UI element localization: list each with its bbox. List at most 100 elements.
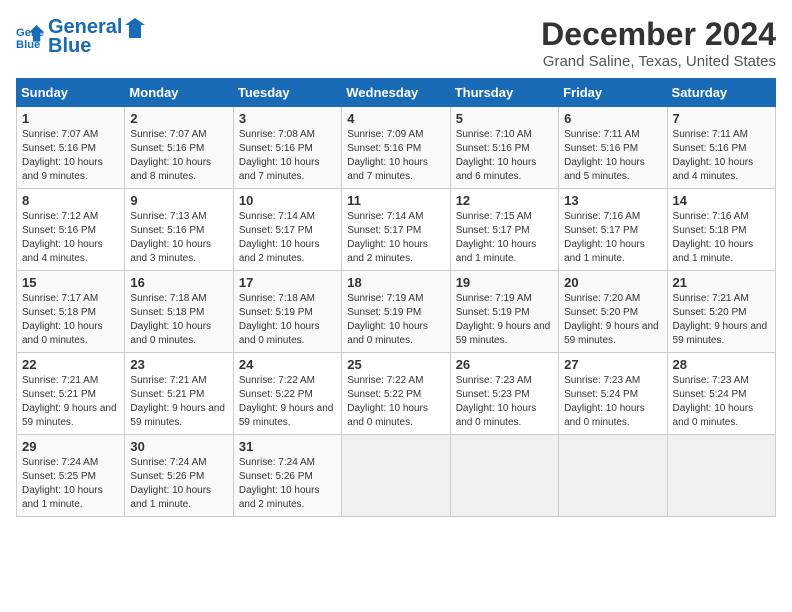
day-number: 18 bbox=[347, 275, 444, 290]
day-number: 24 bbox=[239, 357, 336, 372]
day-number: 15 bbox=[22, 275, 119, 290]
calendar-cell: 28 Sunrise: 7:23 AMSunset: 5:24 PMDayligh… bbox=[667, 353, 775, 435]
calendar-cell: 25 Sunrise: 7:22 AMSunset: 5:22 PMDayligh… bbox=[342, 353, 450, 435]
calendar-cell: 23Sunrise: 7:21 AMSunset: 5:21 PMDayligh… bbox=[125, 353, 233, 435]
day-info: Sunrise: 7:21 AMSunset: 5:21 PMDaylight:… bbox=[130, 374, 227, 430]
day-info: Sunrise: 7:22 AMSunset: 5:22 PMDaylight:… bbox=[347, 374, 444, 430]
day-info: Sunrise: 7:17 AMSunset: 5:18 PMDaylight:… bbox=[22, 292, 119, 348]
day-number: 30 bbox=[130, 439, 227, 454]
day-number: 3 bbox=[239, 111, 336, 126]
calendar-cell: 30Sunrise: 7:24 AMSunset: 5:26 PMDayligh… bbox=[125, 435, 233, 517]
day-info: Sunrise: 7:23 AMSunset: 5:23 PMDaylight:… bbox=[456, 374, 553, 430]
day-number: 8 bbox=[22, 193, 119, 208]
calendar-cell bbox=[667, 435, 775, 517]
calendar-cell: 13Sunrise: 7:16 AMSunset: 5:17 PMDayligh… bbox=[559, 189, 667, 271]
day-header-monday: Monday bbox=[125, 79, 233, 107]
calendar-cell: 1 Sunrise: 7:07 AMSunset: 5:16 PMDaylight… bbox=[17, 107, 125, 189]
calendar-week-row: 15 Sunrise: 7:17 AMSunset: 5:18 PMDayligh… bbox=[17, 271, 776, 353]
day-number: 6 bbox=[564, 111, 661, 126]
day-info: Sunrise: 7:18 AMSunset: 5:19 PMDaylight:… bbox=[239, 292, 336, 348]
day-info: Sunrise: 7:14 AMSunset: 5:17 PMDaylight:… bbox=[239, 210, 336, 266]
calendar-cell bbox=[450, 435, 558, 517]
calendar-cell: 26Sunrise: 7:23 AMSunset: 5:23 PMDayligh… bbox=[450, 353, 558, 435]
calendar-cell: 8 Sunrise: 7:12 AMSunset: 5:16 PMDaylight… bbox=[17, 189, 125, 271]
day-info: Sunrise: 7:23 AMSunset: 5:24 PMDaylight:… bbox=[673, 374, 770, 430]
day-info: Sunrise: 7:11 AMSunset: 5:16 PMDaylight:… bbox=[673, 128, 770, 184]
logo: General Blue General Blue bbox=[16, 16, 146, 58]
day-info: Sunrise: 7:11 AMSunset: 5:16 PMDaylight:… bbox=[564, 128, 661, 184]
day-number: 7 bbox=[673, 111, 770, 126]
calendar-cell: 22 Sunrise: 7:21 AMSunset: 5:21 PMDayligh… bbox=[17, 353, 125, 435]
day-number: 14 bbox=[673, 193, 770, 208]
logo-flag-icon bbox=[124, 17, 146, 39]
day-info: Sunrise: 7:18 AMSunset: 5:18 PMDaylight:… bbox=[130, 292, 227, 348]
day-number: 19 bbox=[456, 275, 553, 290]
title-area: December 2024 Grand Saline, Texas, Unite… bbox=[541, 16, 776, 70]
day-info: Sunrise: 7:16 AMSunset: 5:18 PMDaylight:… bbox=[673, 210, 770, 266]
page-header: General Blue General Blue December 2024 … bbox=[16, 16, 776, 70]
day-info: Sunrise: 7:21 AMSunset: 5:21 PMDaylight:… bbox=[22, 374, 119, 430]
day-number: 20 bbox=[564, 275, 661, 290]
calendar-cell bbox=[342, 435, 450, 517]
day-number: 1 bbox=[22, 111, 119, 126]
day-number: 16 bbox=[130, 275, 227, 290]
day-info: Sunrise: 7:12 AMSunset: 5:16 PMDaylight:… bbox=[22, 210, 119, 266]
calendar-cell: 7 Sunrise: 7:11 AMSunset: 5:16 PMDaylight… bbox=[667, 107, 775, 189]
day-header-wednesday: Wednesday bbox=[342, 79, 450, 107]
day-header-sunday: Sunday bbox=[17, 79, 125, 107]
day-number: 11 bbox=[347, 193, 444, 208]
day-info: Sunrise: 7:14 AMSunset: 5:17 PMDaylight:… bbox=[347, 210, 444, 266]
calendar-cell: 19Sunrise: 7:19 AMSunset: 5:19 PMDayligh… bbox=[450, 271, 558, 353]
calendar-cell bbox=[559, 435, 667, 517]
calendar-cell: 27 Sunrise: 7:23 AMSunset: 5:24 PMDayligh… bbox=[559, 353, 667, 435]
day-info: Sunrise: 7:24 AMSunset: 5:25 PMDaylight:… bbox=[22, 456, 119, 512]
day-info: Sunrise: 7:07 AMSunset: 5:16 PMDaylight:… bbox=[22, 128, 119, 184]
day-info: Sunrise: 7:07 AMSunset: 5:16 PMDaylight:… bbox=[130, 128, 227, 184]
calendar-table: SundayMondayTuesdayWednesdayThursdayFrid… bbox=[16, 78, 776, 517]
calendar-week-row: 1 Sunrise: 7:07 AMSunset: 5:16 PMDaylight… bbox=[17, 107, 776, 189]
day-number: 22 bbox=[22, 357, 119, 372]
day-number: 27 bbox=[564, 357, 661, 372]
calendar-cell: 4Sunrise: 7:09 AMSunset: 5:16 PMDaylight… bbox=[342, 107, 450, 189]
day-number: 12 bbox=[456, 193, 553, 208]
calendar-cell: 24 Sunrise: 7:22 AMSunset: 5:22 PMDayligh… bbox=[233, 353, 341, 435]
calendar-cell: 2Sunrise: 7:07 AMSunset: 5:16 PMDaylight… bbox=[125, 107, 233, 189]
calendar-cell: 17Sunrise: 7:18 AMSunset: 5:19 PMDayligh… bbox=[233, 271, 341, 353]
calendar-week-row: 22 Sunrise: 7:21 AMSunset: 5:21 PMDayligh… bbox=[17, 353, 776, 435]
calendar-cell: 16 Sunrise: 7:18 AMSunset: 5:18 PMDayligh… bbox=[125, 271, 233, 353]
day-header-tuesday: Tuesday bbox=[233, 79, 341, 107]
day-number: 13 bbox=[564, 193, 661, 208]
day-header-friday: Friday bbox=[559, 79, 667, 107]
calendar-cell: 3 Sunrise: 7:08 AMSunset: 5:16 PMDaylight… bbox=[233, 107, 341, 189]
calendar-week-row: 29 Sunrise: 7:24 AMSunset: 5:25 PMDayligh… bbox=[17, 435, 776, 517]
day-info: Sunrise: 7:08 AMSunset: 5:16 PMDaylight:… bbox=[239, 128, 336, 184]
day-number: 21 bbox=[673, 275, 770, 290]
location-title: Grand Saline, Texas, United States bbox=[541, 53, 776, 70]
day-info: Sunrise: 7:21 AMSunset: 5:20 PMDaylight:… bbox=[673, 292, 770, 348]
logo-icon: General Blue bbox=[16, 23, 44, 51]
day-info: Sunrise: 7:19 AMSunset: 5:19 PMDaylight:… bbox=[347, 292, 444, 348]
calendar-cell: 15 Sunrise: 7:17 AMSunset: 5:18 PMDayligh… bbox=[17, 271, 125, 353]
day-info: Sunrise: 7:13 AMSunset: 5:16 PMDaylight:… bbox=[130, 210, 227, 266]
day-info: Sunrise: 7:20 AMSunset: 5:20 PMDaylight:… bbox=[564, 292, 661, 348]
calendar-header-row: SundayMondayTuesdayWednesdayThursdayFrid… bbox=[17, 79, 776, 107]
month-title: December 2024 bbox=[541, 16, 776, 53]
calendar-cell: 9 Sunrise: 7:13 AMSunset: 5:16 PMDaylight… bbox=[125, 189, 233, 271]
calendar-cell: 14 Sunrise: 7:16 AMSunset: 5:18 PMDayligh… bbox=[667, 189, 775, 271]
day-info: Sunrise: 7:24 AMSunset: 5:26 PMDaylight:… bbox=[239, 456, 336, 512]
calendar-cell: 10 Sunrise: 7:14 AMSunset: 5:17 PMDayligh… bbox=[233, 189, 341, 271]
day-header-thursday: Thursday bbox=[450, 79, 558, 107]
day-number: 9 bbox=[130, 193, 227, 208]
day-info: Sunrise: 7:15 AMSunset: 5:17 PMDaylight:… bbox=[456, 210, 553, 266]
calendar-cell: 20 Sunrise: 7:20 AMSunset: 5:20 PMDayligh… bbox=[559, 271, 667, 353]
calendar-cell: 29 Sunrise: 7:24 AMSunset: 5:25 PMDayligh… bbox=[17, 435, 125, 517]
day-info: Sunrise: 7:22 AMSunset: 5:22 PMDaylight:… bbox=[239, 374, 336, 430]
day-number: 5 bbox=[456, 111, 553, 126]
calendar-cell: 6 Sunrise: 7:11 AMSunset: 5:16 PMDaylight… bbox=[559, 107, 667, 189]
day-info: Sunrise: 7:23 AMSunset: 5:24 PMDaylight:… bbox=[564, 374, 661, 430]
day-number: 10 bbox=[239, 193, 336, 208]
day-number: 29 bbox=[22, 439, 119, 454]
day-number: 28 bbox=[673, 357, 770, 372]
calendar-cell: 18 Sunrise: 7:19 AMSunset: 5:19 PMDayligh… bbox=[342, 271, 450, 353]
day-number: 25 bbox=[347, 357, 444, 372]
